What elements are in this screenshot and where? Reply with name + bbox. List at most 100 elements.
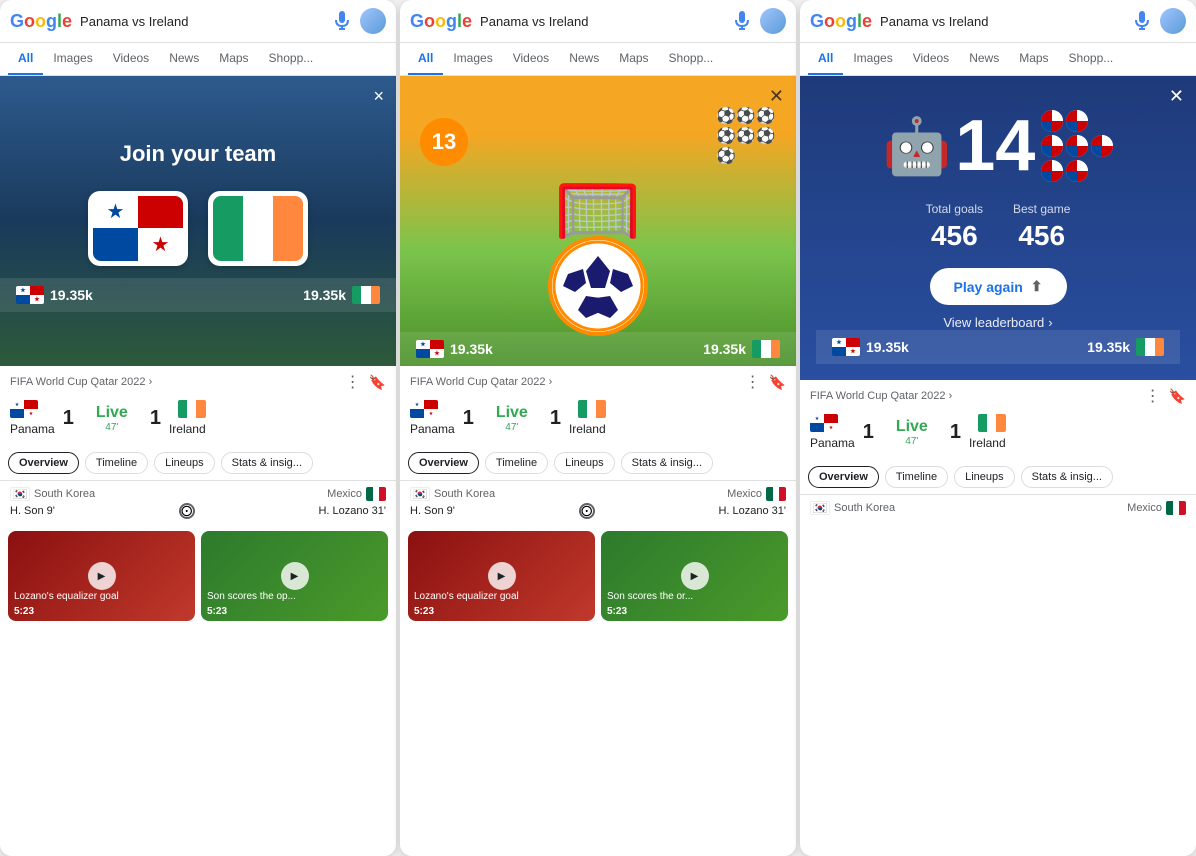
- nav-tabs-1: All Images Videos News Maps Shopp...: [0, 43, 396, 76]
- tab-timeline-1[interactable]: Timeline: [85, 452, 148, 474]
- tab-videos-2[interactable]: Videos: [503, 43, 559, 75]
- search-input-2[interactable]: [480, 14, 724, 29]
- video-duration-2-2: 5:23: [607, 606, 627, 617]
- tab-timeline-3[interactable]: Timeline: [885, 466, 948, 488]
- match-title-2[interactable]: FIFA World Cup Qatar 2022 ›: [410, 376, 552, 388]
- match-title-1[interactable]: FIFA World Cup Qatar 2022 ›: [10, 376, 152, 388]
- mic-icon-3[interactable]: [1132, 11, 1152, 31]
- panama-flag: ★ ★: [93, 196, 183, 261]
- score-row-3: ★ ★ Panama 1 Live 47' 1 Ireland: [810, 410, 1186, 454]
- play-again-button[interactable]: Play again ⬆: [930, 268, 1067, 305]
- team2-score-3: 1: [950, 421, 961, 444]
- panama-flag-card[interactable]: ★ ★: [88, 191, 188, 266]
- score-left-1: ★ ★ 19.35k: [16, 286, 93, 304]
- score-right-3: 19.35k: [1087, 338, 1164, 356]
- tab-timeline-2[interactable]: Timeline: [485, 452, 548, 474]
- flag-mexico-1: [366, 487, 386, 501]
- play-button-1-2[interactable]: ▶: [281, 562, 309, 590]
- tab-videos-1[interactable]: Videos: [103, 43, 159, 75]
- bookmark-icon-2[interactable]: 🔖: [769, 374, 786, 391]
- match-section-2: FIFA World Cup Qatar 2022 › ⋮ 🔖 ★ ★ Pana…: [400, 366, 796, 446]
- match-tabs-1: Overview Timeline Lineups Stats & insig.…: [0, 446, 396, 480]
- close-button-3[interactable]: ✕: [1169, 86, 1184, 107]
- tab-shopping-1[interactable]: Shopp...: [259, 43, 324, 75]
- avatar-1[interactable]: [360, 8, 386, 34]
- panama-star-blue: ★: [107, 199, 125, 224]
- bookmark-icon-1[interactable]: 🔖: [369, 374, 386, 391]
- play-button-2-2[interactable]: ▶: [681, 562, 709, 590]
- ireland-flag: [213, 196, 303, 261]
- game-overlay-results: ✕ 🤖 14: [800, 76, 1196, 380]
- other-match-row-2: 🇰🇷 South Korea Mexico: [410, 487, 786, 501]
- tab-all-1[interactable]: All: [8, 43, 43, 75]
- leaderboard-link[interactable]: View leaderboard ›: [943, 315, 1052, 330]
- video-card-1-1[interactable]: ▶ 5:23 Lozano's equalizer goal: [8, 531, 195, 621]
- ireland-flag-card[interactable]: [208, 191, 308, 266]
- mic-icon-2[interactable]: [732, 11, 752, 31]
- avatar-3[interactable]: [1160, 8, 1186, 34]
- match-header-3: FIFA World Cup Qatar 2022 › ⋮ 🔖: [810, 386, 1186, 406]
- tab-stats-2[interactable]: Stats & insig...: [621, 452, 713, 474]
- tab-overview-3[interactable]: Overview: [808, 466, 879, 488]
- flag-south-korea-1: 🇰🇷: [10, 487, 30, 501]
- avatar-2[interactable]: [760, 8, 786, 34]
- tab-shopping-2[interactable]: Shopp...: [659, 43, 724, 75]
- more-options-icon-3[interactable]: ⋮: [1145, 386, 1161, 406]
- big-score-number: 14: [955, 110, 1035, 182]
- tab-images-3[interactable]: Images: [843, 43, 902, 75]
- match-tabs-2: Overview Timeline Lineups Stats & insig.…: [400, 446, 796, 480]
- more-options-icon-1[interactable]: ⋮: [345, 372, 361, 392]
- tab-overview-1[interactable]: Overview: [8, 452, 79, 474]
- video-card-2-2[interactable]: ▶ 5:23 Son scores the or...: [601, 531, 788, 621]
- google-logo-2: Google: [410, 11, 472, 32]
- score-flag-panama-3: ★ ★: [832, 338, 860, 356]
- tab-news-1[interactable]: News: [159, 43, 209, 75]
- tab-images-1[interactable]: Images: [43, 43, 102, 75]
- tab-videos-3[interactable]: Videos: [903, 43, 959, 75]
- score-divider-1: Live 47': [82, 404, 142, 433]
- search-input-3[interactable]: [880, 14, 1124, 29]
- tab-images-2[interactable]: Images: [443, 43, 502, 75]
- search-input-1[interactable]: [80, 14, 324, 29]
- panama-flag-tl: ★: [93, 196, 138, 229]
- score-right-1: 19.35k: [303, 286, 380, 304]
- tab-news-2[interactable]: News: [559, 43, 609, 75]
- event-icon-2: ⊙: [579, 503, 595, 519]
- tab-lineups-2[interactable]: Lineups: [554, 452, 615, 474]
- match-title-3[interactable]: FIFA World Cup Qatar 2022 ›: [810, 390, 952, 402]
- flag-mexico-2: [766, 487, 786, 501]
- video-card-2-1[interactable]: ▶ 5:23 Lozano's equalizer goal: [408, 531, 595, 621]
- results-display: 🤖 14: [816, 102, 1180, 190]
- tab-all-3[interactable]: All: [808, 43, 843, 75]
- other-matches-2: 🇰🇷 South Korea Mexico H. Son 9' ⊙ H. Loz…: [400, 480, 796, 525]
- play-again-label: Play again: [954, 279, 1023, 295]
- tab-stats-1[interactable]: Stats & insig...: [221, 452, 313, 474]
- tab-lineups-1[interactable]: Lineups: [154, 452, 215, 474]
- tab-overview-2[interactable]: Overview: [408, 452, 479, 474]
- tab-news-3[interactable]: News: [959, 43, 1009, 75]
- score-flag-panama-2: ★ ★: [416, 340, 444, 358]
- tab-shopping-3[interactable]: Shopp...: [1059, 43, 1124, 75]
- play-button-2-1[interactable]: ▶: [488, 562, 516, 590]
- tab-lineups-3[interactable]: Lineups: [954, 466, 1015, 488]
- tab-all-2[interactable]: All: [408, 43, 443, 75]
- other-matches-1: 🇰🇷 South Korea Mexico H. Son 9' ⊙ H. Loz…: [0, 480, 396, 525]
- play-button-1-1[interactable]: ▶: [88, 562, 116, 590]
- close-button-1[interactable]: ×: [373, 86, 384, 107]
- match-section-3: FIFA World Cup Qatar 2022 › ⋮ 🔖 ★ ★ Pana…: [800, 380, 1196, 460]
- match-section-1: FIFA World Cup Qatar 2022 › ⋮ 🔖 ★ ★ Pana…: [0, 366, 396, 446]
- bookmark-icon-3[interactable]: 🔖: [1169, 388, 1186, 405]
- score-left-2: ★ ★ 19.35k: [416, 340, 493, 358]
- other-matches-3: 🇰🇷 South Korea Mexico: [800, 494, 1196, 523]
- chevron-right-icon: ›: [1048, 315, 1052, 330]
- panama-flag-br: ★: [138, 228, 183, 261]
- score-flag-panama-1: ★ ★: [16, 286, 44, 304]
- tab-stats-3[interactable]: Stats & insig...: [1021, 466, 1113, 488]
- more-options-icon-2[interactable]: ⋮: [745, 372, 761, 392]
- mic-icon-1[interactable]: [332, 11, 352, 31]
- video-card-1-2[interactable]: ▶ 5:23 Son scores the op...: [201, 531, 388, 621]
- tab-maps-3[interactable]: Maps: [1009, 43, 1058, 75]
- tab-maps-1[interactable]: Maps: [209, 43, 258, 75]
- tab-maps-2[interactable]: Maps: [609, 43, 658, 75]
- team2-score-2: 1: [550, 407, 561, 430]
